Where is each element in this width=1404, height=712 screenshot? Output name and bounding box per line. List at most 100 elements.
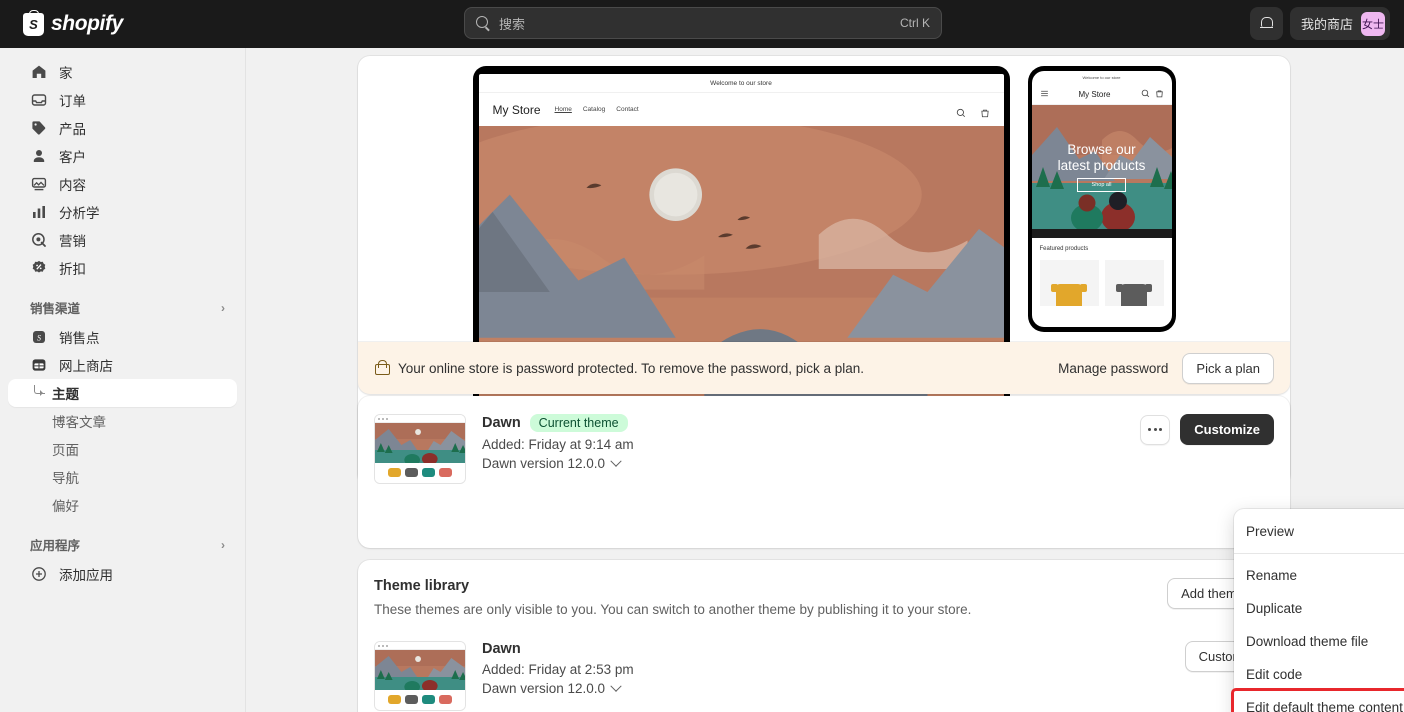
sidebar-label: 分析学 [59,206,100,221]
more-actions-button[interactable] [1140,414,1171,445]
thumbnail-hero [375,423,465,463]
hamburger-icon[interactable] [1040,85,1049,103]
mobile-preview[interactable]: Welcome to our store My Store Browse our… [1027,66,1176,332]
menu-item-preview[interactable]: Preview [1234,515,1404,548]
theme-actions-menu: Preview Rename Duplicate Download theme … [1231,509,1404,712]
menu-item-edit-code[interactable]: Edit code [1234,658,1404,691]
storefront-nav: My Store Home Catalog Contact [479,93,1004,126]
chevron-down-icon[interactable] [610,680,622,692]
current-theme-row: Dawn Current theme Added: Friday at 9:14… [358,396,1290,502]
mobile-hero-content: Browse our latest products Shop all [1032,105,1172,229]
sidebar-item-point-of-sale[interactable]: S 销售点 [8,323,237,351]
sidebar-item-products[interactable]: 产品 [8,114,237,142]
sidebar-item-home[interactable]: 家 [8,58,237,86]
sidebar-item-themes[interactable]: 主题 [8,379,237,407]
shop-all-button[interactable]: Shop all [1076,178,1127,193]
storefront-icon [30,357,47,374]
sidebar-section-label: 应用程序 [30,539,81,553]
thumbnail-nav [375,642,465,650]
theme-library-card: Theme library These themes are only visi… [358,560,1290,712]
sidebar-label: 页面 [52,443,79,458]
current-theme-meta: Dawn Current theme Added: Friday at 9:14… [482,414,1124,471]
sidebar-section-sales-channels[interactable]: 销售渠道 › [30,298,225,317]
sidebar-item-marketing[interactable]: 营销 [8,226,237,254]
product-card[interactable] [1039,260,1099,306]
customize-button[interactable]: Customize [1180,414,1274,445]
chevron-down-icon[interactable] [610,455,622,467]
bell-icon [1259,16,1274,31]
search-input[interactable]: 搜索 Ctrl K [464,7,942,39]
sidebar-item-online-store[interactable]: 网上商店 [8,351,237,379]
library-theme-row: Dawn Added: Friday at 2:53 pm Dawn versi… [358,617,1290,712]
sidebar-label: 博客文章 [52,415,106,430]
sidebar-item-add-app[interactable]: 添加应用 [8,560,237,588]
sidebar-item-navigation[interactable]: 导航 [8,463,237,491]
library-theme-title-row: Dawn [482,641,1169,657]
lock-icon [374,360,390,376]
theme-thumbnail [374,641,466,711]
search-icon[interactable] [1141,85,1150,103]
search-icon[interactable] [956,105,966,117]
sidebar-item-blog-posts[interactable]: 博客文章 [8,407,237,435]
nav-link-home[interactable]: Home [555,106,572,113]
marketing-target-icon [30,232,47,249]
sidebar-label: 偏好 [52,499,79,514]
avatar: 女士 [1361,11,1385,36]
pick-a-plan-button[interactable]: Pick a plan [1182,352,1274,384]
brand-mark-letter: S [29,16,38,32]
sidebar-section-apps[interactable]: 应用程序 › [30,535,225,554]
menu-separator [1234,553,1404,554]
sidebar-item-analytics[interactable]: 分析学 [8,198,237,226]
search-icon [476,16,490,30]
mobile-screen: Welcome to our store My Store Browse our… [1031,71,1172,327]
store-name-label: 我的商店 [1300,17,1353,32]
thumbnail-swatches [378,695,462,704]
plus-circle-icon [30,566,47,583]
search-shortcut-hint: Ctrl K [900,16,930,30]
main-content: Welcome to our store My Store Home Catal… [246,48,1404,712]
sidebar-section-label: 销售渠道 [30,302,81,316]
tree-branch-icon [34,385,45,396]
shopify-logo[interactable]: S shopify [23,9,123,36]
menu-item-download-theme-file[interactable]: Download theme file [1234,625,1404,658]
current-theme-card: Dawn Current theme Added: Friday at 9:14… [358,396,1290,548]
top-bar: S shopify 搜索 Ctrl K 我的商店 女士 [0,0,1404,48]
thumbnail-nav [375,415,465,423]
sidebar-item-discounts[interactable]: 折扣 [8,254,237,282]
sidebar-item-customers[interactable]: 客户 [8,142,237,170]
store-switcher-button[interactable]: 我的商店 女士 [1289,7,1390,40]
product-card[interactable] [1104,260,1164,306]
mobile-storefront-nav: My Store [1031,84,1172,105]
announcement-bar: Welcome to our store [478,74,1004,93]
theme-added-date: Added: Friday at 2:53 pm [482,662,634,677]
sidebar-item-content[interactable]: 内容 [8,170,237,198]
product-tag-icon [30,120,47,137]
theme-version-row[interactable]: Dawn version 12.0.0 [482,455,1124,471]
thumbnail-footer [375,463,465,483]
cart-icon[interactable] [980,105,990,117]
sidebar-label: 主题 [52,387,79,402]
sidebar-label: 客户 [59,150,86,165]
sidebar-label: 销售点 [59,331,100,346]
menu-item-duplicate[interactable]: Duplicate [1234,592,1404,625]
hero-heading-line2: latest products [1057,157,1146,173]
manage-password-link[interactable]: Manage password [1058,361,1168,376]
cart-icon[interactable] [1155,85,1164,103]
menu-item-edit-default-theme-content[interactable]: Edit default theme content [1231,688,1404,712]
theme-version-row[interactable]: Dawn version 12.0.0 [482,680,1169,696]
nav-link-contact[interactable]: Contact [616,106,638,113]
status-badge: Current theme [529,414,628,432]
shopify-bag-icon: S [23,9,44,36]
sidebar-item-preferences[interactable]: 偏好 [8,491,237,519]
theme-library-header: Theme library These themes are only visi… [358,560,1290,617]
sidebar-item-pages[interactable]: 页面 [8,435,237,463]
menu-item-rename[interactable]: Rename [1234,559,1404,592]
sidebar-item-orders[interactable]: 订单 [8,86,237,114]
thumbnail-hero [375,650,465,690]
notifications-button[interactable] [1249,7,1283,40]
hero-heading-line1: Browse our [1067,141,1136,157]
sidebar-label: 订单 [59,94,86,109]
storefront-links: Home Catalog Contact [555,106,639,113]
nav-link-catalog[interactable]: Catalog [583,106,605,113]
mobile-hero-heading: Browse our latest products [1058,142,1146,173]
